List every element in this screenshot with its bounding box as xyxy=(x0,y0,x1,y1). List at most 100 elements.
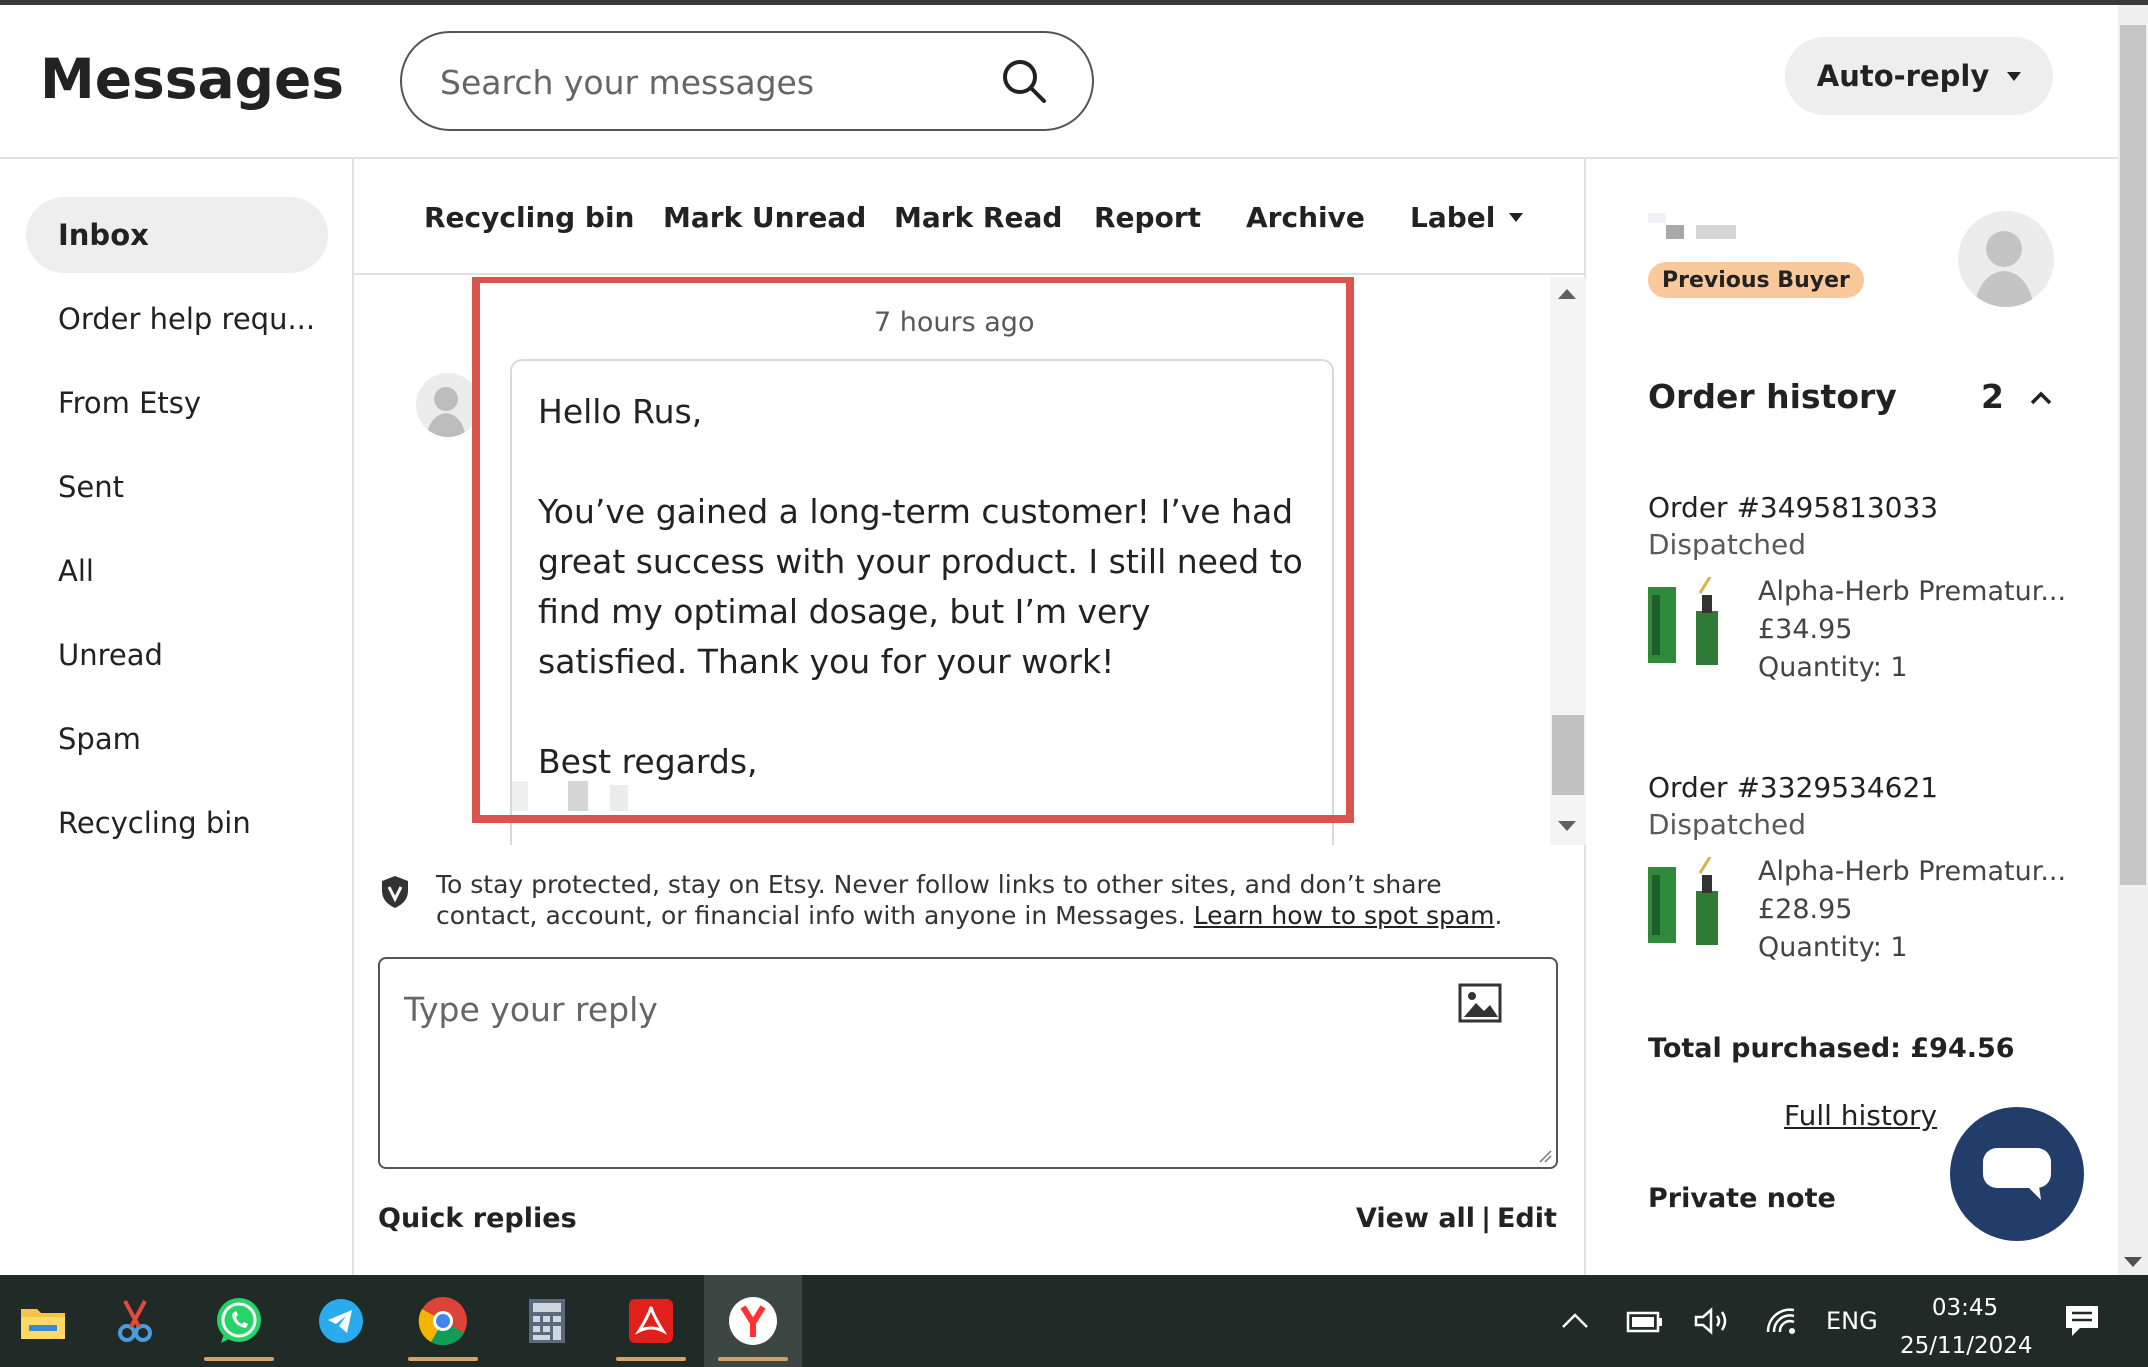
label-dropdown[interactable]: Label xyxy=(1410,201,1524,234)
reply-input[interactable] xyxy=(404,979,1404,1039)
order-history-title: Order history xyxy=(1648,377,1897,416)
mark-unread-button[interactable]: Mark Unread xyxy=(663,201,866,234)
clock-time: 03:45 xyxy=(1931,1295,1999,1321)
reply-box[interactable] xyxy=(378,957,1558,1169)
page-title: Messages xyxy=(40,47,345,111)
telegram-icon[interactable] xyxy=(298,1275,384,1367)
product-name[interactable]: Alpha-Herb Prematur... xyxy=(1758,853,2066,891)
product-thumbnail[interactable] xyxy=(1648,857,1720,947)
battery-icon[interactable] xyxy=(1624,1275,1664,1367)
label-dropdown-text: Label xyxy=(1410,201,1496,234)
message-thread[interactable]: 7 hours ago Hello Rus, You’ve gained a l… xyxy=(354,277,1586,845)
search-icon[interactable] xyxy=(998,55,1050,107)
edit-link[interactable]: Edit xyxy=(1497,1203,1557,1234)
calculator-icon[interactable] xyxy=(504,1275,590,1367)
chat-help-button[interactable] xyxy=(1950,1107,2084,1241)
order-status: Dispatched xyxy=(1648,528,1806,561)
sidebar-item-from-etsy[interactable]: From Etsy xyxy=(26,365,328,441)
view-all-link[interactable]: View all xyxy=(1356,1203,1475,1234)
scroll-up-arrow-icon[interactable] xyxy=(1558,289,1576,299)
page-scrollbar-thumb[interactable] xyxy=(2120,25,2146,885)
report-button[interactable]: Report xyxy=(1094,201,1201,234)
chrome-icon[interactable] xyxy=(400,1275,486,1367)
acrobat-icon[interactable] xyxy=(608,1275,694,1367)
order-item[interactable]: Order #3329534621 Dispatched Alpha-Herb … xyxy=(1648,771,2088,963)
app-active-indicator xyxy=(616,1357,686,1361)
archive-button[interactable]: Archive xyxy=(1246,201,1365,234)
quick-replies-actions: View all | Edit xyxy=(1356,1203,1557,1234)
private-note-heading: Private note xyxy=(1648,1183,1836,1214)
language-text: ENG xyxy=(1826,1307,1878,1335)
resize-grip-icon[interactable] xyxy=(1536,1147,1552,1163)
recycling-bin-button[interactable]: Recycling bin xyxy=(424,201,635,234)
buyer-avatar[interactable] xyxy=(1958,211,2054,307)
person-silhouette-icon xyxy=(1974,231,2034,307)
yandex-browser-icon[interactable] xyxy=(704,1275,802,1367)
separator: | xyxy=(1481,1203,1491,1234)
app-active-indicator xyxy=(408,1357,478,1361)
header: Messages Auto-reply xyxy=(0,5,2118,159)
image-upload-icon[interactable] xyxy=(1458,983,1502,1023)
app-active-indicator xyxy=(204,1357,274,1361)
quick-replies-heading: Quick replies xyxy=(378,1203,577,1234)
sidebar-item-recycling-bin[interactable]: Recycling bin xyxy=(26,785,328,861)
sidebar-item-order-help[interactable]: Order help requ... xyxy=(26,281,328,357)
clock-date: 25/11/2024 xyxy=(1900,1333,2033,1359)
sidebar-item-all[interactable]: All xyxy=(26,533,328,609)
total-purchased: Total purchased: £94.56 xyxy=(1648,1033,2015,1064)
product-name[interactable]: Alpha-Herb Prematur... xyxy=(1758,573,2066,611)
redacted-buyer-name xyxy=(1648,213,1736,239)
taskbar: ENG 03:45 25/11/2024 xyxy=(0,1275,2148,1367)
chevron-up-icon[interactable] xyxy=(1560,1311,1590,1331)
sidebar-item-unread[interactable]: Unread xyxy=(26,617,328,693)
show-hidden-icons[interactable] xyxy=(1560,1275,1590,1367)
scrollbar-thumb[interactable] xyxy=(1552,715,1584,795)
page-scrollbar[interactable] xyxy=(2118,5,2148,1275)
scroll-down-arrow-icon[interactable] xyxy=(1558,821,1576,831)
product-price: £34.95 xyxy=(1758,614,1853,645)
person-silhouette-icon xyxy=(426,387,466,437)
spam-help-link[interactable]: Learn how to spot spam xyxy=(1194,901,1495,930)
sender-avatar[interactable] xyxy=(416,373,480,437)
search-box[interactable] xyxy=(400,31,1094,131)
conversation-pane: Recycling bin Mark Unread Mark Read Repo… xyxy=(354,159,1586,1275)
sidebar-item-spam[interactable]: Spam xyxy=(26,701,328,777)
system-clock[interactable]: 03:45 25/11/2024 xyxy=(1900,1289,2033,1365)
product-quantity: Quantity: 1 xyxy=(1758,932,1908,963)
product-info: Alpha-Herb Prematur... £28.95 Quantity: … xyxy=(1758,853,2066,967)
product-quantity: Quantity: 1 xyxy=(1758,652,1908,683)
order-id[interactable]: Order #3329534621 xyxy=(1648,771,2088,804)
sidebar-item-sent[interactable]: Sent xyxy=(26,449,328,525)
full-history-link[interactable]: Full history xyxy=(1784,1099,1937,1132)
whatsapp-icon[interactable] xyxy=(196,1275,282,1367)
page-scroll-down-arrow-icon[interactable] xyxy=(2124,1257,2142,1267)
previous-buyer-badge: Previous Buyer xyxy=(1648,262,1864,298)
message-toolbar: Recycling bin Mark Unread Mark Read Repo… xyxy=(354,159,1586,275)
thread-scrollbar[interactable] xyxy=(1550,277,1586,845)
chevron-up-icon[interactable] xyxy=(2028,385,2054,411)
notification-center-icon[interactable] xyxy=(2064,1275,2100,1367)
sidebar-item-inbox[interactable]: Inbox xyxy=(26,197,328,273)
order-history-count: 2 xyxy=(1981,377,2004,416)
app-active-indicator xyxy=(718,1357,788,1361)
language-indicator[interactable]: ENG xyxy=(1826,1275,1878,1367)
order-id[interactable]: Order #3495813033 xyxy=(1648,491,2088,524)
wifi-icon[interactable] xyxy=(1764,1275,1800,1367)
auto-reply-label: Auto-reply xyxy=(1816,59,1990,93)
caret-down-icon xyxy=(1509,213,1524,222)
auto-reply-button[interactable]: Auto-reply xyxy=(1785,37,2053,115)
product-price: £28.95 xyxy=(1758,894,1853,925)
snipping-tool-icon[interactable] xyxy=(92,1275,178,1367)
volume-icon[interactable] xyxy=(1692,1275,1732,1367)
highlight-box xyxy=(472,277,1354,823)
file-explorer-icon[interactable] xyxy=(0,1275,86,1367)
safety-notice-period: . xyxy=(1494,901,1503,930)
search-input[interactable] xyxy=(440,57,980,107)
mark-read-button[interactable]: Mark Read xyxy=(894,201,1062,234)
caret-down-icon xyxy=(2007,71,2022,81)
product-thumbnail[interactable] xyxy=(1648,577,1720,667)
product-info: Alpha-Herb Prematur... £34.95 Quantity: … xyxy=(1758,573,2066,687)
chat-bubble-icon xyxy=(1983,1148,2051,1200)
sidebar: Inbox Order help requ... From Etsy Sent … xyxy=(0,159,354,1275)
order-item[interactable]: Order #3495813033 Dispatched Alpha-Herb … xyxy=(1648,491,2088,683)
